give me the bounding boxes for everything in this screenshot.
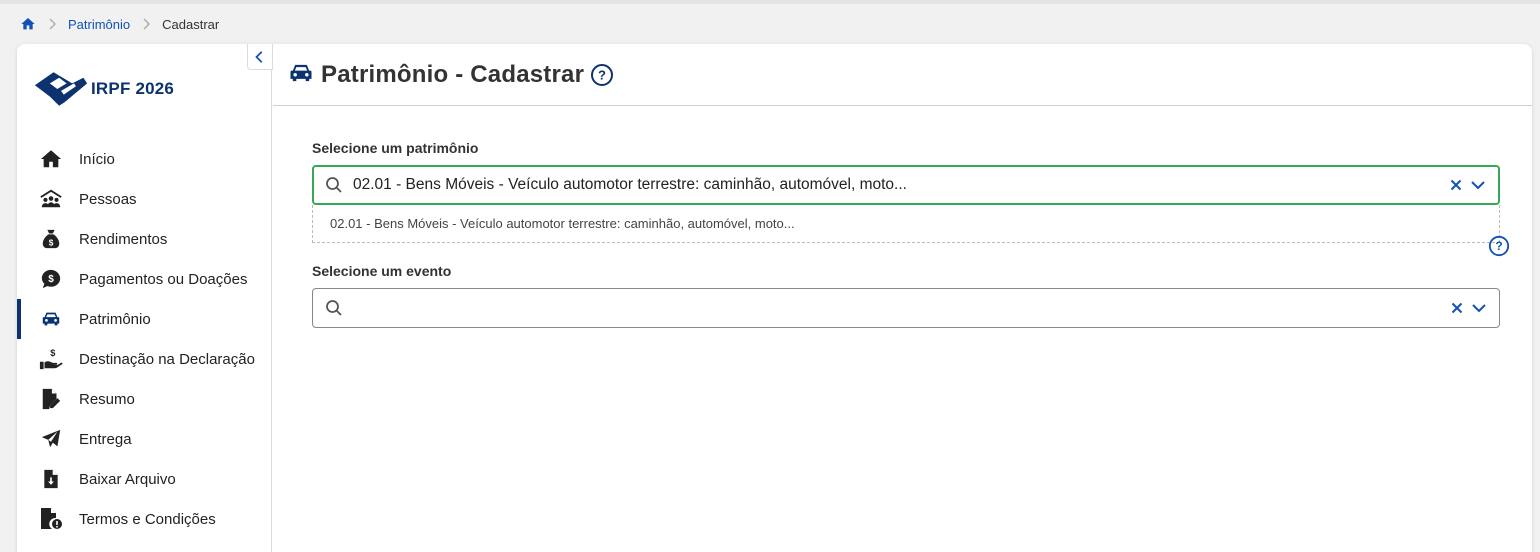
sidebar: IRPF 2026 Início Pessoas $ Rendimentos $… [17, 44, 273, 552]
help-icon[interactable]: ? [590, 63, 614, 87]
car-icon [287, 59, 315, 87]
app-name: IRPF 2026 [91, 79, 175, 98]
patrimonio-dropdown: 02.01 - Bens Móveis - Veículo automotor … [312, 205, 1500, 243]
home-icon [39, 147, 63, 171]
sidebar-item-entrega[interactable]: Entrega [17, 419, 271, 459]
breadcrumb: Patrimônio Cadastrar [20, 14, 219, 34]
sidebar-item-destinacao[interactable]: $ Destinação na Declaração [17, 339, 271, 379]
hand-coin-icon: $ [39, 347, 63, 371]
main-content: Patrimônio - Cadastrar ? Selecione um pa… [273, 44, 1532, 552]
clear-icon[interactable] [1448, 177, 1464, 193]
svg-text:?: ? [598, 67, 606, 82]
patrimonio-select[interactable]: 02.01 - Bens Móveis - Veículo automotor … [312, 165, 1500, 205]
home-icon[interactable] [20, 16, 36, 32]
sidebar-item-label: Entrega [79, 430, 132, 448]
chevron-left-icon [255, 50, 263, 63]
sidebar-item-label: Rendimentos [79, 230, 168, 248]
file-download-icon [39, 467, 63, 491]
main-card: IRPF 2026 Início Pessoas $ Rendimentos $… [17, 44, 1532, 552]
search-icon [325, 299, 343, 317]
file-edit-icon [39, 387, 63, 411]
file-alert-icon [39, 507, 63, 531]
patrimonio-field: Selecione um patrimônio 02.01 - Bens Móv… [312, 140, 1510, 257]
patrimonio-selected-value: 02.01 - Bens Móveis - Veículo automotor … [353, 176, 907, 193]
sidebar-item-patrimonio[interactable]: Patrimônio [17, 299, 271, 339]
svg-text:?: ? [1495, 239, 1502, 253]
receita-logo-icon [34, 72, 88, 106]
breadcrumb-current: Cadastrar [162, 16, 220, 32]
page-title: Patrimônio - Cadastrar [321, 60, 585, 88]
evento-field: Selecione um evento [312, 263, 1500, 328]
page-header: Patrimônio - Cadastrar ? [273, 44, 1532, 106]
sidebar-item-label: Destinação na Declaração [79, 350, 255, 368]
sidebar-item-termos[interactable]: Termos e Condições [17, 499, 271, 539]
sidebar-item-label: Termos e Condições [79, 510, 216, 528]
sidebar-item-label: Baixar Arquivo [79, 470, 176, 488]
help-icon[interactable]: ? [1488, 235, 1510, 257]
sidebar-item-rendimentos[interactable]: $ Rendimentos [17, 219, 271, 259]
dollar-bubble-icon: $ [39, 267, 63, 291]
people-icon [39, 187, 63, 211]
evento-input[interactable] [353, 293, 1449, 323]
svg-text:$: $ [50, 348, 55, 358]
chevron-down-icon[interactable] [1470, 177, 1486, 193]
patrimonio-label: Selecione um patrimônio [312, 140, 479, 156]
breadcrumb-link-patrimonio[interactable]: Patrimônio [68, 17, 130, 32]
search-icon [325, 176, 343, 194]
chevron-right-icon [44, 16, 60, 32]
sidebar-item-baixar-arquivo[interactable]: Baixar Arquivo [17, 459, 271, 499]
car-icon [39, 307, 63, 331]
sidebar-item-label: Patrimônio [79, 310, 151, 328]
sidebar-item-label: Resumo [79, 390, 135, 408]
sidebar-item-label: Pagamentos ou Doações [79, 270, 248, 288]
sidebar-nav: Início Pessoas $ Rendimentos $ Pagamento… [17, 139, 271, 539]
collapse-sidebar-button[interactable] [247, 44, 273, 70]
evento-select[interactable] [312, 288, 1500, 328]
svg-text:$: $ [48, 274, 54, 285]
chevron-right-icon [138, 16, 154, 32]
sidebar-item-pessoas[interactable]: Pessoas [17, 179, 271, 219]
money-bag-icon: $ [39, 227, 63, 251]
paper-plane-icon [39, 427, 63, 451]
dropdown-option[interactable]: 02.01 - Bens Móveis - Veículo automotor … [330, 216, 795, 231]
top-border [0, 0, 1540, 4]
patrimonio-form: Selecione um patrimônio 02.01 - Bens Móv… [312, 140, 1510, 328]
clear-icon[interactable] [1449, 300, 1465, 316]
chevron-down-icon[interactable] [1471, 300, 1487, 316]
svg-text:$: $ [49, 238, 54, 247]
evento-label: Selecione um evento [312, 263, 452, 279]
sidebar-item-pagamentos[interactable]: $ Pagamentos ou Doações [17, 259, 271, 299]
sidebar-item-inicio[interactable]: Início [17, 139, 271, 179]
sidebar-item-resumo[interactable]: Resumo [17, 379, 271, 419]
app-logo: IRPF 2026 [33, 70, 174, 108]
sidebar-item-label: Início [79, 150, 115, 168]
sidebar-item-label: Pessoas [79, 190, 137, 208]
